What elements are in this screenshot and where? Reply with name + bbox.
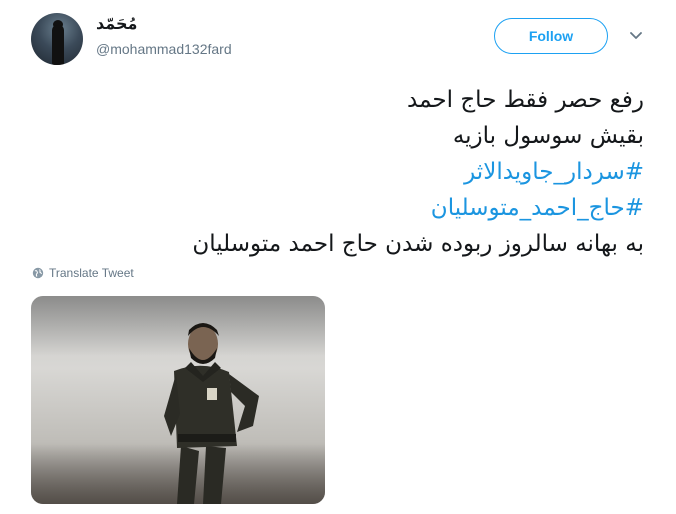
- tweet-line: به بهانه سالروز ربوده شدن حاج احمد متوسل…: [192, 231, 644, 257]
- translate-label: Translate Tweet: [49, 266, 134, 280]
- avatar-figure: [52, 25, 64, 65]
- user-handle[interactable]: @mohammad132fard: [96, 41, 232, 57]
- hashtag-link[interactable]: #حاج_احمد_متوسلیان: [32, 190, 644, 226]
- photo-figure: [164, 323, 259, 504]
- tweet-line: رفع حصر فقط حاج احمد: [407, 87, 644, 113]
- follow-button[interactable]: Follow: [494, 18, 608, 54]
- chevron-down-icon[interactable]: [628, 28, 644, 44]
- tweet-card: مُحَمّد @mohammad132fard Follow رفع حصر …: [0, 0, 676, 514]
- avatar[interactable]: [31, 13, 83, 65]
- translate-tweet-link[interactable]: Translate Tweet: [32, 266, 134, 280]
- globe-icon: [32, 267, 44, 279]
- hashtag-link[interactable]: #سردار_جاویدالاثر: [32, 154, 644, 190]
- tweet-text: رفع حصر فقط حاج احمد بقیش سوسول بازیه #س…: [32, 82, 644, 262]
- tweet-line: بقیش سوسول بازیه: [452, 123, 644, 149]
- tweet-photo[interactable]: [31, 296, 325, 504]
- display-name[interactable]: مُحَمّد: [96, 14, 137, 34]
